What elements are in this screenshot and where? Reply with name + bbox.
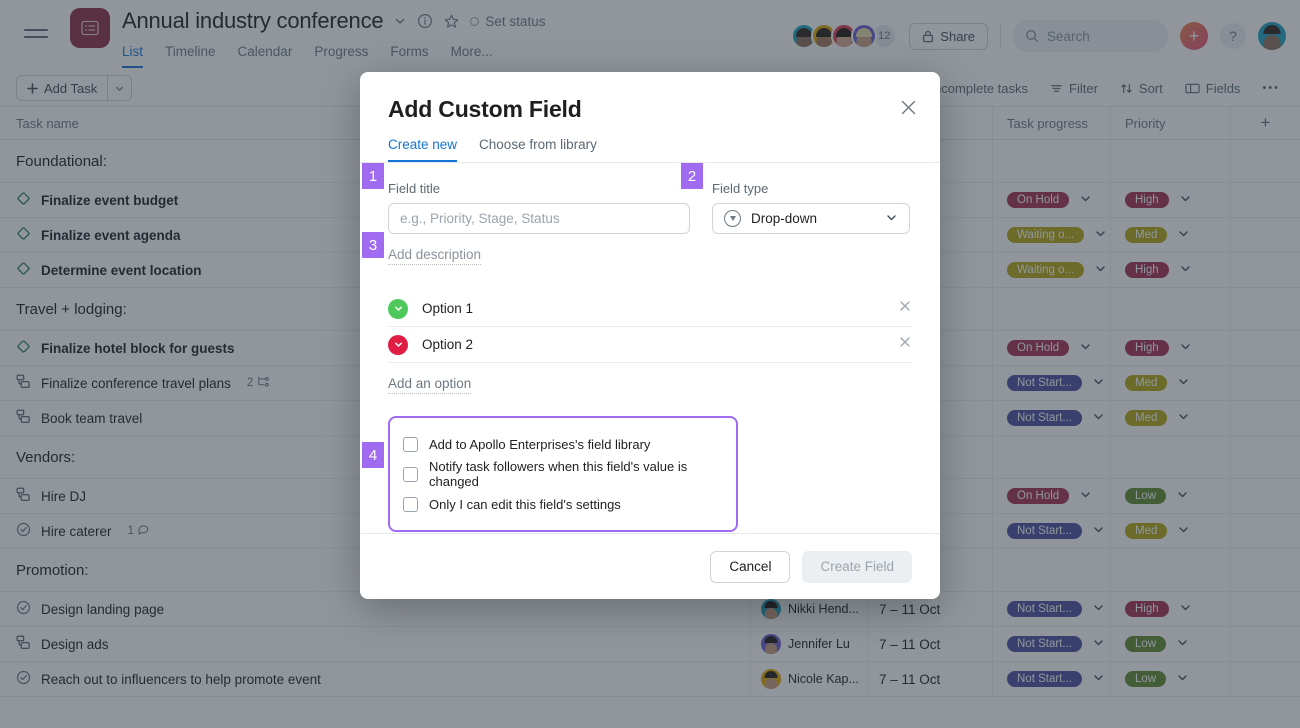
checkbox-label: Add to Apollo Enterprises's field librar… <box>429 436 651 452</box>
checkbox-row[interactable]: Only I can edit this field's settings <box>403 489 723 519</box>
remove-option-icon[interactable] <box>898 335 912 354</box>
annotation-badge-3: 3 <box>362 232 384 258</box>
dialog-header: Add Custom Field Create new Choose from … <box>360 72 940 162</box>
remove-option-icon[interactable] <box>898 299 912 318</box>
field-title-group: Field title <box>388 181 690 234</box>
field-type-select[interactable]: Drop-down <box>712 203 910 234</box>
checkbox-icon[interactable] <box>403 496 418 512</box>
close-icon[interactable] <box>899 98 918 122</box>
checkbox-row[interactable]: Notify task followers when this field's … <box>403 459 723 489</box>
field-title-type-row: Field title Field type Drop-down <box>388 181 912 234</box>
annotation-badge-4: 4 <box>362 442 384 468</box>
option-list: Option 1 Option 2 <box>388 291 912 363</box>
add-custom-field-dialog: Add Custom Field Create new Choose from … <box>360 72 940 599</box>
add-description-link[interactable]: Add description <box>388 247 482 265</box>
checkbox-label: Notify task followers when this field's … <box>429 459 688 489</box>
field-settings-checkbox-group: Add to Apollo Enterprises's field librar… <box>388 416 738 532</box>
field-type-label: Field type <box>712 181 769 196</box>
option-color-swatch[interactable] <box>388 334 408 355</box>
checkbox-label: Only I can edit this field's settings <box>429 496 621 512</box>
dialog-body: Field title Field type Drop-down Add des… <box>360 163 940 533</box>
annotation-badge-2: 2 <box>681 163 703 189</box>
cancel-button[interactable]: Cancel <box>710 550 791 583</box>
create-field-button[interactable]: Create Field <box>802 550 912 583</box>
option-color-swatch[interactable] <box>388 298 408 319</box>
option-row[interactable]: Option 1 <box>388 291 912 327</box>
field-title-label: Field title <box>388 181 441 196</box>
option-label[interactable]: Option 1 <box>422 301 473 316</box>
tab-create-new[interactable]: Create new <box>388 137 458 162</box>
checkbox-icon[interactable] <box>403 436 418 452</box>
checkbox-icon[interactable] <box>403 466 418 482</box>
field-type-group: Field type Drop-down <box>712 181 910 234</box>
dialog-tabs: Create new Choose from library <box>388 137 912 162</box>
tab-choose-from-library[interactable]: Choose from library <box>479 137 597 162</box>
option-label[interactable]: Option 2 <box>422 337 473 352</box>
dialog-footer: Cancel Create Field <box>360 533 940 599</box>
dialog-title: Add Custom Field <box>388 96 582 122</box>
option-row[interactable]: Option 2 <box>388 327 912 363</box>
dropdown-type-icon <box>724 210 741 227</box>
field-type-value: Drop-down <box>751 211 818 226</box>
field-title-input[interactable] <box>388 203 690 234</box>
annotation-badge-1: 1 <box>362 163 384 189</box>
add-option-link[interactable]: Add an option <box>388 376 472 394</box>
checkbox-row[interactable]: Add to Apollo Enterprises's field librar… <box>403 429 723 459</box>
chevron-down-icon <box>885 211 898 227</box>
